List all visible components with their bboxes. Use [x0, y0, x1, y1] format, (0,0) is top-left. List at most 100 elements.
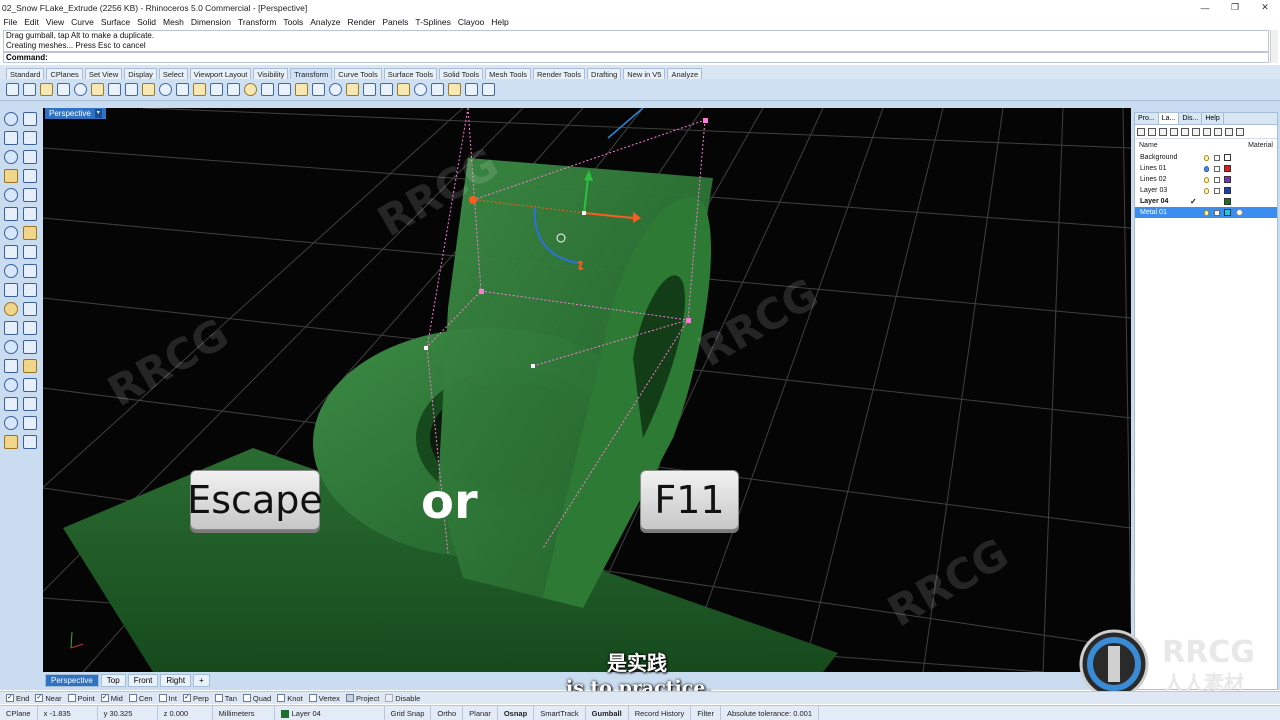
align-icon[interactable]: [312, 83, 325, 96]
layer-row[interactable]: Lines 02: [1135, 174, 1277, 185]
copy-icon[interactable]: [23, 83, 36, 96]
scale-1d-icon[interactable]: [91, 83, 104, 96]
menu-clayoo[interactable]: Clayoo: [454, 17, 487, 27]
osnap-project[interactable]: Project: [345, 694, 379, 703]
tab-new-in-v5[interactable]: New in V5: [623, 68, 666, 79]
mesh-icon[interactable]: [4, 245, 18, 259]
rotate-icon[interactable]: [40, 83, 53, 96]
osnap-tan[interactable]: Tan: [214, 694, 237, 703]
fillet-icon[interactable]: [4, 264, 18, 278]
soft-move-icon[interactable]: [482, 83, 495, 96]
tab-render-tools[interactable]: Render Tools: [532, 68, 586, 79]
ellipse-icon[interactable]: [4, 188, 18, 202]
gumball-icon[interactable]: [23, 340, 37, 354]
tab-help[interactable]: Help: [1202, 113, 1224, 124]
tab-drafting[interactable]: Drafting: [587, 68, 622, 79]
check-icon[interactable]: [4, 435, 18, 449]
menu-analyze[interactable]: Analyze: [307, 17, 344, 27]
smarttrack-toggle[interactable]: SmartTrack: [534, 705, 586, 720]
layer-row-selected[interactable]: Metal 01: [1135, 207, 1277, 218]
points-on-icon[interactable]: [23, 416, 37, 430]
osnap-int[interactable]: Int: [158, 694, 177, 703]
sphere-icon[interactable]: [23, 226, 37, 240]
solid-tools-icon[interactable]: [4, 397, 18, 411]
rectangle-icon[interactable]: [23, 169, 37, 183]
layer-color-swatch[interactable]: [1224, 187, 1231, 194]
add-viewport-tab[interactable]: +: [193, 674, 210, 687]
move-down-icon[interactable]: [1181, 127, 1189, 136]
gumball-toggle[interactable]: Gumball: [586, 705, 629, 720]
menu-dimension[interactable]: Dimension: [187, 17, 234, 27]
menu-tools[interactable]: Tools: [280, 17, 307, 27]
freeform-icon[interactable]: [23, 188, 37, 202]
layer-color-swatch[interactable]: [1224, 154, 1231, 161]
tab-select[interactable]: Select: [158, 68, 188, 79]
delete-layer-icon[interactable]: [1159, 127, 1167, 136]
analyze-icon[interactable]: [23, 397, 37, 411]
tab-standard[interactable]: Standard: [6, 68, 45, 79]
remap-icon[interactable]: [465, 83, 478, 96]
perspective-viewport[interactable]: RRCG RRCG RRCG RRCG Escape or F11: [43, 108, 1131, 672]
lock-icon[interactable]: [1214, 188, 1220, 194]
tab-display[interactable]: Display: [124, 68, 157, 79]
curve-icon[interactable]: [23, 131, 37, 145]
split-icon[interactable]: [23, 283, 37, 297]
tab-display[interactable]: Dis...: [1179, 113, 1203, 124]
filter-icon[interactable]: [1203, 127, 1211, 136]
nudge-icon[interactable]: [448, 83, 461, 96]
shear-icon[interactable]: [346, 83, 359, 96]
ortho-toggle[interactable]: Ortho: [431, 705, 464, 720]
menu-view[interactable]: View: [42, 17, 67, 27]
menu-panels[interactable]: Panels: [379, 17, 412, 27]
group-icon[interactable]: [4, 321, 18, 335]
checkbox-icon[interactable]: [214, 694, 223, 702]
restore-button[interactable]: ❐: [1220, 0, 1250, 15]
surface-icon[interactable]: [4, 207, 18, 221]
tab-surface-tools[interactable]: Surface Tools: [383, 68, 438, 79]
menu-render[interactable]: Render: [344, 17, 379, 27]
offset-icon[interactable]: [23, 264, 37, 278]
scale-2d-icon[interactable]: [108, 83, 121, 96]
tab-transform[interactable]: Transform: [290, 68, 333, 79]
render-icon[interactable]: [23, 435, 37, 449]
checkbox-icon[interactable]: [67, 694, 76, 702]
menu-tsplines[interactable]: T-Splines: [412, 17, 454, 27]
trim-icon[interactable]: [4, 283, 18, 297]
mirror-icon[interactable]: [125, 83, 138, 96]
osnap-toggle[interactable]: Osnap: [498, 705, 535, 720]
smash-icon[interactable]: [295, 83, 308, 96]
current-layer[interactable]: Layer 04: [275, 705, 385, 720]
ungroup-icon[interactable]: [23, 321, 37, 335]
command-scrollbar[interactable]: [1270, 30, 1278, 63]
checkbox-checked-icon[interactable]: ✓: [100, 694, 109, 702]
tools-icon[interactable]: [1225, 127, 1233, 136]
tab-cplanes[interactable]: CPlanes: [46, 68, 83, 79]
record-history-toggle[interactable]: Record History: [629, 705, 692, 720]
menu-surface[interactable]: Surface: [97, 17, 133, 27]
osnap-mid[interactable]: ✓ Mid: [100, 694, 123, 703]
tab-layers[interactable]: La...: [1158, 113, 1180, 124]
circle-icon[interactable]: [4, 150, 18, 164]
tab-set-view[interactable]: Set View: [84, 68, 123, 79]
viewport-dropdown-icon[interactable]: ▾: [94, 109, 102, 118]
filter-toggle[interactable]: Filter: [691, 705, 721, 720]
layer-row[interactable]: Background: [1135, 152, 1277, 163]
tab-curve-tools[interactable]: Curve Tools: [334, 68, 382, 79]
project-icon[interactable]: [380, 83, 393, 96]
visibility-bulb-icon[interactable]: [1204, 155, 1209, 161]
grid-snap-toggle[interactable]: Grid Snap: [385, 705, 432, 720]
osnap-point[interactable]: Point: [67, 694, 95, 703]
layer-color-swatch[interactable]: [1224, 176, 1231, 183]
checkbox-checked-icon[interactable]: ✓: [35, 694, 44, 702]
checkbox-icon[interactable]: [277, 694, 286, 702]
flow-icon[interactable]: [261, 83, 274, 96]
menu-help[interactable]: Help: [488, 17, 512, 27]
layer-color-swatch[interactable]: [1224, 209, 1231, 216]
lock-icon[interactable]: [1214, 166, 1220, 172]
close-button[interactable]: ✕: [1250, 0, 1280, 15]
move-icon[interactable]: [6, 83, 19, 96]
twist-icon[interactable]: [210, 83, 223, 96]
select-objects-icon[interactable]: [1214, 127, 1222, 136]
cplane-label[interactable]: CPlane: [0, 705, 38, 720]
point-icon[interactable]: [23, 112, 37, 126]
